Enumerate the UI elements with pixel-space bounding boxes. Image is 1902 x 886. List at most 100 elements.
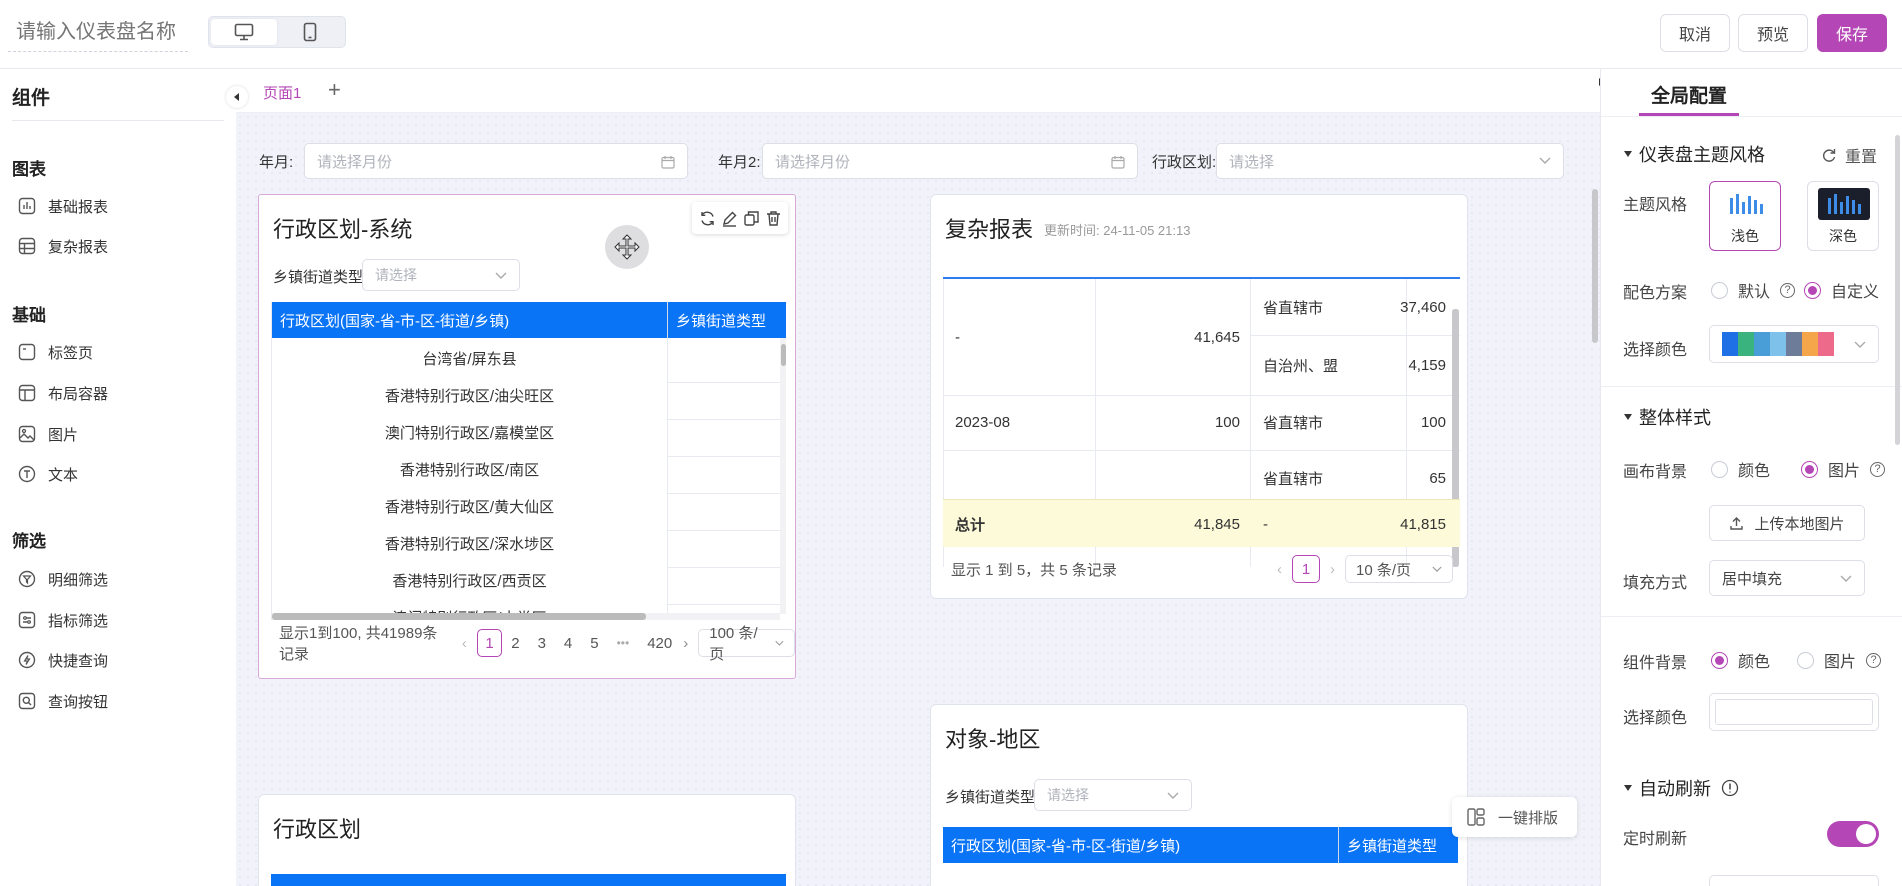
tab-page1[interactable]: 页面1 [263, 82, 301, 103]
town-type-select[interactable]: 请选择 [1034, 779, 1192, 811]
style-section-header[interactable]: 整体样式 [1623, 404, 1711, 430]
column-header[interactable]: 乡镇街道类型 [668, 310, 766, 331]
page-number[interactable]: 2 [511, 635, 519, 652]
page-number[interactable]: 420 [647, 635, 672, 652]
palette-swatch [1738, 332, 1754, 356]
picker-placeholder: 请选择月份 [317, 153, 393, 171]
panel-scrollbar[interactable] [1895, 115, 1900, 445]
component-detail-filter[interactable]: 明细筛选 [18, 564, 108, 594]
reset-button[interactable]: 重置 [1821, 143, 1877, 167]
radio[interactable] [1711, 460, 1728, 478]
delete-icon[interactable] [765, 210, 782, 227]
radio[interactable] [1801, 460, 1818, 478]
caret-down-icon [1624, 151, 1632, 157]
column-header[interactable]: 乡镇街道类型 [1339, 835, 1437, 856]
radio[interactable] [1711, 651, 1728, 669]
help-icon[interactable]: ? [1866, 652, 1882, 668]
town-type-select[interactable]: 请选择 [362, 259, 520, 291]
sub-value-cell: 37,460 [1400, 279, 1446, 335]
comp-bg-color-radio[interactable]: 颜色 [1711, 648, 1770, 672]
theme-light-option[interactable]: 浅色 [1709, 181, 1781, 251]
auto-refresh-section-header[interactable]: 自动刷新 [1623, 775, 1739, 801]
prev-page-button[interactable]: ‹ [462, 635, 467, 652]
page-size-select[interactable]: 10 条/页 [1345, 555, 1453, 583]
report-card-region[interactable]: 行政区划 [258, 794, 796, 886]
palette-swatches [1722, 332, 1834, 356]
edit-icon[interactable] [721, 210, 738, 227]
horizontal-scrollbar[interactable] [272, 613, 780, 620]
option-label: 默认 [1738, 284, 1771, 301]
column-header[interactable]: 行政区划(国家-省-市-区-街道/乡镇) [272, 302, 668, 338]
tabs-icon [18, 343, 36, 361]
component-query-button[interactable]: 查询按钮 [18, 686, 108, 716]
report-card-object-region[interactable]: 对象-地区 乡镇街道类型: 请选择 行政区划(国家-省-市-区-街道/乡镇) 乡… [930, 704, 1468, 886]
help-icon[interactable]: ? [1870, 461, 1886, 477]
page-number[interactable]: 3 [538, 635, 546, 652]
palette-select[interactable] [1709, 325, 1879, 363]
page-current[interactable]: 1 [476, 629, 503, 657]
report-card-complex[interactable]: 复杂报表 更新时间: 24-11-05 21:13 - 41,645 省直辖市 … [930, 194, 1468, 599]
component-tabs[interactable]: 标签页 [18, 337, 93, 367]
info-icon[interactable] [1721, 779, 1739, 797]
month-picker-2[interactable]: 请选择月份 [762, 143, 1138, 179]
table-header: 行政区划(国家-省-市-区-街道/乡镇) 乡镇街道类型 [272, 302, 786, 338]
page-current[interactable]: 1 [1292, 555, 1320, 583]
month-picker-1[interactable]: 请选择月份 [304, 143, 688, 179]
radio[interactable] [1711, 281, 1728, 299]
page-number[interactable]: 5 [590, 635, 598, 652]
component-text[interactable]: 文本 [18, 459, 78, 489]
cancel-button[interactable]: 取消 [1660, 14, 1730, 52]
auto-layout-button[interactable]: 一键排版 [1452, 797, 1577, 837]
option-label: 图片 [1828, 463, 1861, 480]
add-page-button[interactable]: + [328, 77, 341, 103]
component-quick-query[interactable]: 快捷查询 [18, 645, 108, 675]
page-number[interactable]: 4 [564, 635, 572, 652]
auto-layout-label: 一键排版 [1498, 809, 1559, 827]
color-picker[interactable] [1709, 693, 1879, 731]
mobile-view-button[interactable] [277, 19, 343, 45]
radio[interactable] [1797, 651, 1814, 669]
dashboard-name-input[interactable] [8, 14, 188, 52]
help-icon[interactable]: ? [1780, 282, 1796, 298]
divider [1601, 116, 1902, 117]
column-header[interactable]: 行政区划(国家-省-市-区-街道/乡镇) [943, 827, 1339, 863]
radio[interactable] [1804, 281, 1821, 299]
report-card-region-system[interactable]: 行政区划-系统 乡镇街道类型: 请选择 行政区划(国家-省-市-区-街道/乡镇)… [258, 194, 796, 679]
canvas-bg-color-radio[interactable]: 颜色 [1711, 457, 1770, 481]
comp-bg-image-radio[interactable]: 图片? [1797, 648, 1882, 672]
component-complex-report[interactable]: 复杂报表 [18, 231, 108, 261]
component-metric-filter[interactable]: 指标筛选 [18, 605, 108, 635]
next-page-button[interactable]: › [683, 635, 688, 652]
refresh-icon[interactable] [699, 210, 716, 227]
canvas-scrollbar[interactable] [1592, 113, 1598, 423]
fill-mode-select[interactable]: 居中填充 [1709, 560, 1865, 596]
canvas-bg-image-radio[interactable]: 图片? [1801, 457, 1886, 481]
prev-page-button[interactable]: ‹ [1277, 561, 1282, 578]
select-value: 居中填充 [1722, 570, 1783, 588]
component-layout-container[interactable]: 布局容器 [18, 378, 108, 408]
desktop-view-button[interactable] [211, 19, 277, 45]
component-basic-report[interactable]: 基础报表 [18, 191, 108, 221]
theme-section-header[interactable]: 仪表盘主题风格 [1623, 141, 1765, 167]
region-select[interactable]: 请选择 [1216, 143, 1564, 179]
vertical-scrollbar[interactable] [780, 338, 786, 614]
tab-global-config[interactable]: 全局配置 [1651, 81, 1727, 108]
save-button[interactable]: 保存 [1817, 14, 1887, 52]
drag-handle[interactable] [605, 225, 649, 269]
page-size-select[interactable]: 100 条/页 [698, 625, 795, 663]
preview-button[interactable]: 预览 [1738, 14, 1808, 52]
component-image[interactable]: 图片 [18, 419, 78, 449]
scheme-default-radio[interactable]: 默认? [1711, 278, 1796, 302]
next-page-button[interactable]: › [1330, 561, 1335, 578]
theme-option-label: 浅色 [1731, 228, 1759, 244]
refresh-interval-input[interactable] [1709, 875, 1879, 886]
upload-image-button[interactable]: 上传本地图片 [1709, 505, 1865, 541]
scheme-custom-radio[interactable]: 自定义 [1804, 278, 1879, 302]
move-icon [614, 234, 640, 260]
component-label: 布局容器 [48, 385, 109, 403]
theme-dark-option[interactable]: 深色 [1807, 181, 1879, 251]
collapse-left-button[interactable] [226, 86, 248, 108]
timer-refresh-toggle[interactable] [1827, 821, 1879, 847]
page-ellipsis[interactable]: ••• [617, 636, 630, 650]
copy-icon[interactable] [743, 210, 760, 227]
